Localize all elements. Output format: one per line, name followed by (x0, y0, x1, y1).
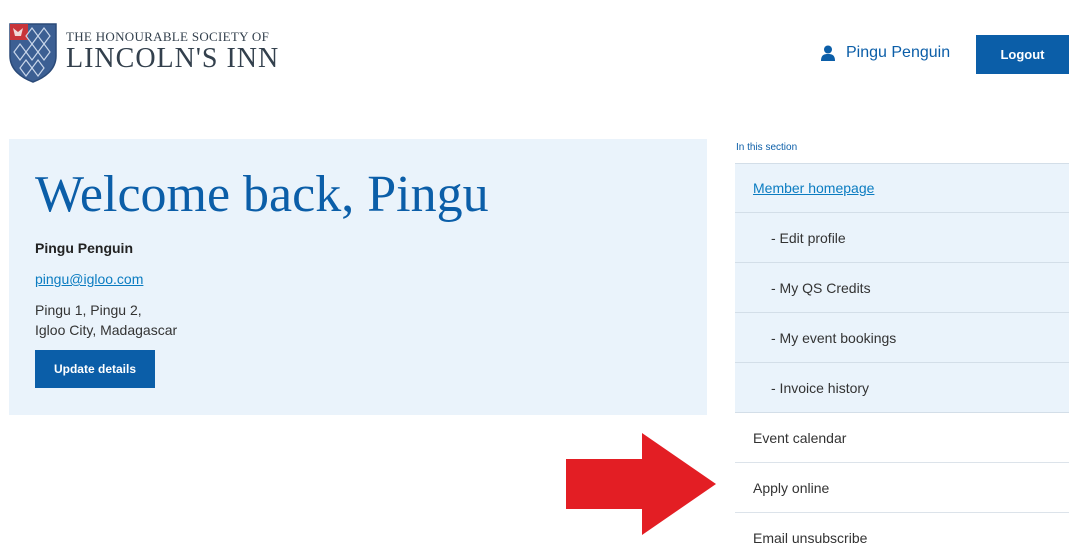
logo-subtitle: THE HONOURABLE SOCIETY OF (66, 29, 270, 44)
welcome-panel: Welcome back, Pingu Pingu Penguin pingu@… (9, 139, 707, 415)
nav-item-invoice-history[interactable]: - Invoice history (735, 363, 1069, 413)
nav-item-event-calendar[interactable]: Event calendar (735, 413, 1069, 463)
user-name: Pingu Penguin (846, 44, 951, 61)
logo-title: LINCOLN'S INN (66, 43, 280, 74)
nav-item-event-bookings[interactable]: - My event bookings (735, 313, 1069, 363)
update-details-button[interactable]: Update details (35, 350, 155, 388)
nav-item-apply-online[interactable]: Apply online (735, 463, 1069, 513)
logout-button[interactable]: Logout (976, 35, 1069, 74)
user-account-link[interactable]: Pingu Penguin (820, 44, 950, 62)
nav-item-edit-profile[interactable]: - Edit profile (735, 213, 1069, 263)
site-logo[interactable]: THE HONOURABLE SOCIETY OF LINCOLN'S INN (8, 22, 279, 84)
address-line-2: Igloo City, Madagascar (35, 322, 178, 338)
coat-of-arms-icon (9, 23, 57, 83)
nav-item-member-homepage[interactable]: Member homepage (735, 163, 1069, 213)
nav-item-qs-credits[interactable]: - My QS Credits (735, 263, 1069, 313)
member-name: Pingu Penguin (35, 240, 133, 256)
section-nav: Member homepage - Edit profile - My QS C… (735, 163, 1069, 558)
member-email-link[interactable]: pingu@igloo.com (35, 271, 143, 287)
address-line-1: Pingu 1, Pingu 2, (35, 302, 142, 318)
welcome-heading: Welcome back, Pingu (35, 166, 489, 223)
nav-item-email-unsubscribe[interactable]: Email unsubscribe (735, 513, 1069, 558)
section-nav-title: In this section (736, 142, 798, 153)
user-icon (821, 45, 835, 61)
red-arrow-annotation-icon (566, 433, 716, 535)
